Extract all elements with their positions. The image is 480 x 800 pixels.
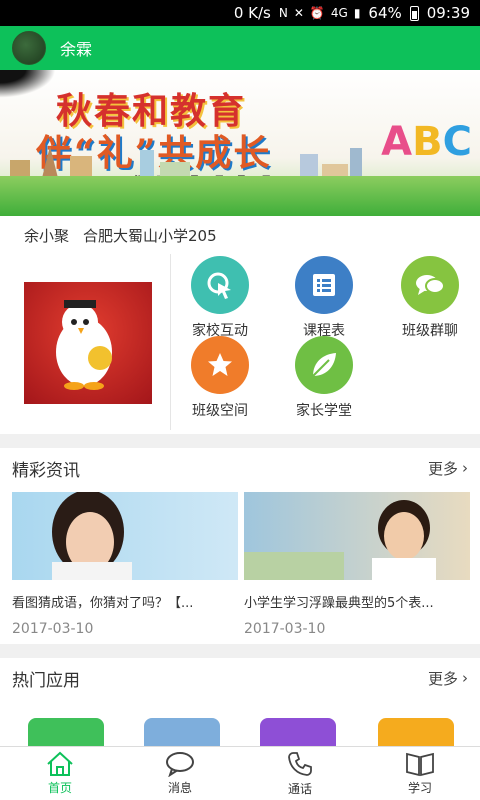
star-icon [191,336,249,394]
touch-icon [191,256,249,314]
nfc-icon: N [278,6,288,20]
tab-label: 通话 [287,782,312,796]
news-card[interactable]: 看图猜成语，你猜对了吗？【... 2017-03-10 [12,492,238,637]
signal-icon: ▮ [353,6,361,20]
news-title: 小学生学习浮躁最典型的5个表... [244,596,434,611]
tab-home[interactable]: 首页 [0,747,120,800]
section-title: 精彩资讯 [12,460,80,481]
grass-decoration [0,176,480,216]
tab-messages[interactable]: 消息 [120,747,240,800]
app-parent-school[interactable]: 家长学堂 [274,336,374,420]
alarm-icon: ⏰ [309,6,325,20]
penguin-mascot-illustration [56,300,112,390]
hot-app-orange[interactable] [378,718,454,746]
user-name: 余霖 [60,40,93,59]
bottom-tab-bar: 首页 消息 通话 学习 [0,746,480,800]
news-date: 2017-03-10 [12,621,94,637]
news-card[interactable]: 小学生学习浮躁最典型的5个表... 2017-03-10 [244,492,470,637]
hot-app-screen[interactable] [144,718,220,746]
news-thumbnail [12,492,238,580]
more-label: 更多 [427,669,458,688]
clock: 09:39 [426,4,470,22]
student-name: 余小聚 [24,226,70,245]
news-more-link[interactable]: 更多 › [428,458,468,479]
more-label: 更多 [427,459,458,478]
section-title: 热门应用 [12,670,80,691]
hot-apps-more-link[interactable]: 更多 › [428,668,468,689]
news-thumbnail [244,492,470,580]
app-header: 余霖 [0,26,480,70]
status-icons: N ✕ ⏰ 4G ▮ [279,6,361,20]
leaf-icon [295,336,353,394]
news-section-header: 精彩资讯 更多 › [0,448,480,488]
app-label: 班级群聊 [402,323,458,339]
tab-label: 消息 [167,781,192,795]
lte-icon: 4G [330,6,348,20]
letter-c: C [442,119,472,165]
avatar[interactable] [12,31,46,65]
main-panel: 家校互动 课程表 班级群聊 班级空间 家长学堂 [0,254,480,434]
tab-study[interactable]: 学习 [360,747,480,800]
news-date: 2017-03-10 [244,621,326,637]
home-icon [47,751,73,776]
phone-icon [288,752,312,776]
hot-apps-header: 热门应用 更多 › [0,658,480,698]
tab-calls[interactable]: 通话 [240,747,360,800]
battery-icon [409,5,419,21]
app-label: 班级空间 [192,403,248,419]
app-class-space[interactable]: 班级空间 [170,336,270,420]
app-timetable[interactable]: 课程表 [274,256,374,340]
message-icon [166,752,194,777]
chevron-right-icon: › [462,459,468,477]
chevron-right-icon: › [462,669,468,687]
letter-b: B [412,119,443,165]
hot-app-leaf[interactable] [28,718,104,746]
book-icon [406,752,434,777]
tab-label: 学习 [407,781,432,795]
mute-icon: ✕ [293,6,304,20]
abc-letters-decoration: A B C [381,122,472,162]
app-label: 家长学堂 [296,403,352,419]
hot-app-purple[interactable] [260,718,336,746]
hot-apps-row [0,716,480,746]
school-name: 合肥大蜀山小学205 [83,226,217,245]
letter-a: A [381,119,413,165]
news-title: 看图猜成语，你猜对了吗？【... [12,596,194,611]
promo-banner[interactable]: 秋春和教育 伴“礼”共成长 活动时间:2月25日-4月30日 A B C [0,70,480,216]
app-class-chat[interactable]: 班级群聊 [380,256,480,340]
app-home-school[interactable]: 家校互动 [170,256,270,340]
list-icon [295,256,353,314]
student-school-info: 余小聚 合肥大蜀山小学205 [0,216,480,254]
mascot-poster[interactable] [24,282,152,404]
battery-percent: 64% [368,4,402,22]
chat-icon [401,256,459,314]
tab-label: 首页 [47,781,72,795]
network-speed: 0 K/s [233,4,271,22]
status-bar: 0 K/s N ✕ ⏰ 4G ▮ 64% 09:39 [0,0,480,26]
ink-splash-decoration [0,70,60,100]
